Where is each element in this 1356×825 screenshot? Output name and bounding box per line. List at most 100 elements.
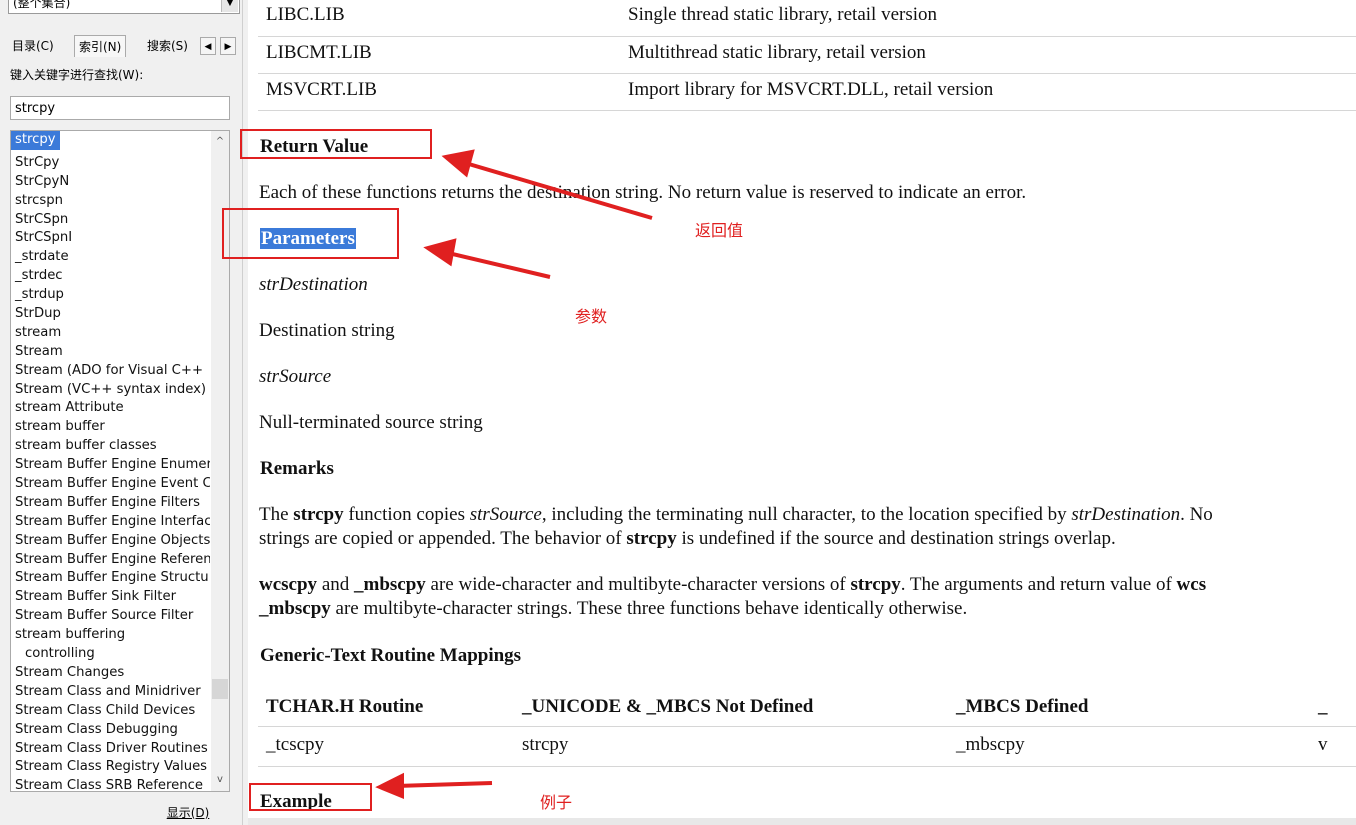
list-item[interactable]: stream Attribute — [11, 399, 210, 418]
tab-scroll-left-icon[interactable]: ◀ — [200, 37, 216, 55]
text-run: are multibyte-character strings. These t… — [330, 598, 968, 619]
code-term: wcs — [1176, 574, 1207, 595]
list-item[interactable]: Stream Class SRB Reference — [11, 777, 210, 791]
list-item[interactable]: Stream Buffer Sink Filter — [11, 588, 210, 607]
list-item[interactable]: Stream — [11, 343, 210, 362]
list-item[interactable]: stream buffer — [11, 418, 210, 437]
subset-dropdown[interactable]: (整个集合) ▼ — [8, 0, 240, 14]
text-run: function copies — [343, 504, 470, 525]
list-item[interactable]: Stream Buffer Engine Filters — [11, 494, 210, 513]
param-ref: strSource — [469, 504, 542, 525]
list-item[interactable]: Stream Buffer Source Filter — [11, 607, 210, 626]
horizontal-scrollbar[interactable] — [248, 818, 1356, 825]
list-item[interactable]: Stream Class Child Devices — [11, 702, 210, 721]
list-item[interactable]: Stream (VC++ syntax index) — [11, 381, 210, 400]
scroll-thumb[interactable] — [212, 679, 228, 699]
list-item[interactable]: Stream Buffer Engine Enumer — [11, 456, 210, 475]
help-topic-content: LIBC.LIB Single thread static library, r… — [248, 0, 1356, 825]
table-divider — [258, 766, 1356, 767]
list-item[interactable]: Stream Buffer Engine Referen — [11, 551, 210, 570]
list-item[interactable]: Stream Buffer Engine Event C — [11, 475, 210, 494]
list-item[interactable]: Stream Buffer Engine Structu — [11, 569, 210, 588]
list-item[interactable]: StrCpyN — [11, 173, 210, 192]
example-heading: Example — [260, 791, 332, 812]
list-item[interactable]: stream buffer classes — [11, 437, 210, 456]
lib-desc: Multithread static library, retail versi… — [628, 42, 926, 63]
list-item[interactable]: _strdec — [11, 267, 210, 286]
param-description: Destination string — [259, 320, 395, 341]
keyword-label: 键入关键字进行查找(W): — [10, 68, 144, 82]
list-item[interactable]: StrCSpnI — [11, 229, 210, 248]
scroll-up-icon[interactable]: ^ — [211, 133, 229, 151]
list-item[interactable]: controlling — [11, 645, 220, 664]
mapping-header: _MBCS Defined — [956, 696, 1089, 717]
dropdown-arrow-icon[interactable]: ▼ — [221, 0, 238, 12]
subset-value: (整个集合) — [13, 0, 71, 10]
text-run: and — [317, 574, 354, 595]
list-item[interactable]: stream buffering — [11, 626, 210, 645]
lib-desc: Import library for MSVCRT.DLL, retail ve… — [628, 79, 994, 100]
tab-search[interactable]: 搜索(S) — [147, 35, 188, 57]
table-divider — [258, 726, 1356, 727]
remarks-paragraph-line: strings are copied or appended. The beha… — [259, 528, 1116, 550]
list-item[interactable]: StrDup — [11, 305, 210, 324]
code-term: strcpy — [626, 528, 677, 549]
code-term: strcpy — [850, 574, 901, 595]
mappings-heading: Generic-Text Routine Mappings — [260, 645, 522, 666]
lib-name: LIBC.LIB — [266, 4, 345, 25]
list-item[interactable]: Stream (ADO for Visual C++ — [11, 362, 210, 381]
list-item[interactable]: Stream Class Driver Routines — [11, 740, 210, 759]
param-name: strSource — [259, 366, 332, 387]
display-button[interactable]: 显示(D) — [148, 802, 228, 824]
remarks-paragraph-line: The strcpy function copies strSource, in… — [259, 504, 1213, 526]
index-list[interactable]: strcpy StrCpy StrCpyN strcspn StrCSpn StrCSpn… — [10, 130, 230, 792]
code-term: wcscpy — [259, 574, 318, 595]
list-item[interactable]: strcspn — [11, 192, 210, 211]
list-item[interactable]: StrCpy — [11, 154, 210, 173]
tab-scroll-right-icon[interactable]: ▶ — [220, 37, 236, 55]
mapping-cell: _mbscpy — [956, 734, 1025, 755]
mapping-cell: strcpy — [522, 734, 569, 755]
code-term: _mbscpy — [259, 598, 331, 619]
scroll-down-icon[interactable]: v — [211, 771, 229, 789]
tab-index[interactable]: 索引(N) — [74, 35, 127, 57]
help-navigation-pane: (整个集合) ▼ 目录(C) 索引(N) 搜索(S) ◀ ▶ 键入关键字进行查找… — [0, 0, 242, 825]
tab-contents[interactable]: 目录(C) — [12, 35, 54, 57]
return-value-heading: Return Value — [260, 136, 369, 157]
code-term: strcpy — [293, 504, 344, 525]
text-run: are wide-character and multibyte-charact… — [425, 574, 851, 595]
lib-name: LIBCMT.LIB — [266, 42, 372, 63]
text-run: The — [259, 504, 294, 525]
text-run: , including the terminating null charact… — [541, 504, 1072, 525]
lib-name: MSVCRT.LIB — [266, 79, 377, 100]
lib-row: MSVCRT.LIB Import library for MSVCRT.DLL… — [258, 73, 1356, 111]
list-item[interactable]: Stream Buffer Engine Objects — [11, 532, 210, 551]
list-item[interactable]: Stream Buffer Engine Interfac — [11, 513, 210, 532]
lib-row: LIBC.LIB Single thread static library, r… — [258, 0, 1356, 37]
text-run: . The arguments and return value of — [900, 574, 1177, 595]
list-item[interactable]: Stream Class Debugging — [11, 721, 210, 740]
mapping-header: TCHAR.H Routine — [266, 696, 424, 717]
list-item-selected[interactable]: strcpy — [11, 131, 60, 150]
text-run: strings are copied or appended. The beha… — [259, 528, 627, 549]
list-item[interactable]: _strdate — [11, 248, 210, 267]
list-item[interactable]: StrCSpn — [11, 211, 210, 230]
list-item[interactable]: Stream Class Registry Values — [11, 758, 210, 777]
list-item[interactable]: stream — [11, 324, 210, 343]
mapping-cell: _tcscpy — [266, 734, 325, 755]
lib-row: LIBCMT.LIB Multithread static library, r… — [258, 36, 1356, 74]
mapping-header: _ — [1318, 696, 1328, 717]
param-description: Null-terminated source string — [259, 412, 483, 433]
return-value-text: Each of these functions returns the dest… — [259, 182, 1027, 203]
remarks-heading: Remarks — [260, 458, 334, 479]
index-list-scrollbar[interactable]: ^ v — [211, 131, 229, 791]
mapping-header: _UNICODE & _MBCS Not Defined — [522, 696, 814, 717]
mapping-cell: v — [1318, 734, 1328, 755]
list-item[interactable]: _strdup — [11, 286, 210, 305]
list-item[interactable]: Stream Class and Minidriver — [11, 683, 210, 702]
nav-tabs: 目录(C) 索引(N) 搜索(S) ◀ ▶ — [8, 35, 242, 57]
text-run: . No — [1180, 504, 1213, 525]
param-ref: strDestination — [1071, 504, 1181, 525]
list-item[interactable]: Stream Changes — [11, 664, 210, 683]
keyword-search-input[interactable] — [10, 96, 230, 120]
